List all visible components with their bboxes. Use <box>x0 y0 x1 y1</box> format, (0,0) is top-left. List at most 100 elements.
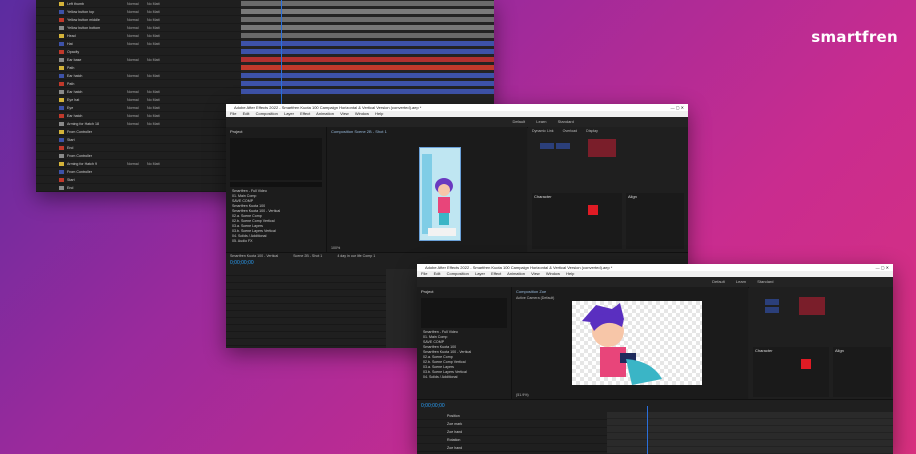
layer-name[interactable]: Yellow button top <box>67 10 127 14</box>
layer-mode[interactable]: Normal <box>127 106 147 110</box>
menu-effect[interactable]: Effect <box>300 111 310 116</box>
label-color-swatch[interactable] <box>59 185 64 190</box>
label-color-swatch[interactable] <box>59 57 64 62</box>
layer-name[interactable]: Ear hatch <box>67 114 127 118</box>
layer-name[interactable]: Ear hatch <box>67 90 127 94</box>
layer-row[interactable]: Path <box>36 80 241 88</box>
tab-project[interactable]: Project <box>417 287 511 296</box>
label-color-swatch[interactable] <box>59 17 64 22</box>
label-color-swatch[interactable] <box>59 25 64 30</box>
menu-composition[interactable]: Composition <box>447 271 469 276</box>
layer-parent[interactable]: No Matt <box>147 106 169 110</box>
layer-row[interactable]: Yellow button top Normal No Matt <box>36 8 241 16</box>
track-bar[interactable] <box>241 73 494 78</box>
layer-parent[interactable]: No Matt <box>147 74 169 78</box>
layer-row[interactable]: Head Normal No Matt <box>36 32 241 40</box>
menu-help[interactable]: Help <box>566 271 574 276</box>
layer-parent[interactable]: No Matt <box>147 2 169 6</box>
tab-project[interactable]: Project <box>226 127 326 136</box>
layer-mode[interactable]: Normal <box>127 34 147 38</box>
layer-parent[interactable]: No Matt <box>147 42 169 46</box>
track-bar[interactable] <box>241 17 494 22</box>
layer-name[interactable]: Hat <box>67 42 127 46</box>
playhead[interactable] <box>647 406 648 454</box>
label-color-swatch[interactable] <box>59 177 64 182</box>
menu-file[interactable]: File <box>230 111 236 116</box>
label-color-swatch[interactable] <box>59 73 64 78</box>
layer-parent[interactable]: No Matt <box>147 162 169 166</box>
label-color-swatch[interactable] <box>59 129 64 134</box>
layer-mode[interactable]: Normal <box>127 114 147 118</box>
color-swatch[interactable] <box>801 359 811 369</box>
layer-mode[interactable]: Normal <box>127 42 147 46</box>
layer-row[interactable]: End <box>36 144 241 152</box>
layer-mode[interactable]: Normal <box>127 162 147 166</box>
project-item[interactable]: 05. Audio FX <box>226 239 326 244</box>
layer-mode[interactable]: Normal <box>127 98 147 102</box>
layer-name[interactable]: Left thumb <box>67 2 127 6</box>
layer-row[interactable]: Zoe hand <box>417 428 607 436</box>
project-search[interactable] <box>230 182 322 187</box>
menu-effect[interactable]: Effect <box>491 271 501 276</box>
layer-mode[interactable]: Normal <box>127 90 147 94</box>
workspace-standard[interactable]: Standard <box>757 279 773 284</box>
project-item[interactable]: 04. Solids / Additional <box>417 375 511 380</box>
zoom-readout[interactable]: 100% <box>331 246 340 250</box>
menu-window[interactable]: Window <box>546 271 560 276</box>
layer-row[interactable]: Yellow button bottom Normal No Matt <box>36 24 241 32</box>
menu-layer[interactable]: Layer <box>284 111 294 116</box>
layer-row[interactable]: Eye hat Normal No Matt <box>36 96 241 104</box>
tab-overload[interactable]: Overload <box>563 129 578 133</box>
tab-timeline[interactable]: Scene 2B - Shot 1 <box>293 254 322 258</box>
label-color-swatch[interactable] <box>59 65 64 70</box>
layer-parent[interactable]: No Matt <box>147 18 169 22</box>
workspace-learn[interactable]: Learn <box>736 279 746 284</box>
layer-row[interactable]: Position <box>417 412 607 420</box>
window-controls[interactable]: — ▢ ✕ <box>876 264 889 271</box>
menu-edit[interactable]: Edit <box>434 271 441 276</box>
layer-row[interactable]: From Controller <box>36 152 241 160</box>
track-bar[interactable] <box>241 57 494 62</box>
track-bar[interactable] <box>241 49 494 54</box>
workspace-learn[interactable]: Learn <box>536 119 546 124</box>
tab-composition[interactable]: Composition Scene 2B - Shot 1 <box>327 127 527 136</box>
label-color-swatch[interactable] <box>59 89 64 94</box>
layer-name[interactable]: Start <box>67 178 127 182</box>
layer-name[interactable]: From Controller <box>67 130 127 134</box>
track-bar[interactable] <box>241 25 494 30</box>
comp-canvas[interactable] <box>419 147 461 241</box>
layer-row[interactable]: Ear base Normal No Matt <box>36 56 241 64</box>
label-color-swatch[interactable] <box>59 1 64 6</box>
tab-timeline[interactable]: Smartfren Kuota 100 - Vertical <box>230 254 278 258</box>
label-color-swatch[interactable] <box>59 153 64 158</box>
track-bar[interactable] <box>241 41 494 46</box>
tab-composition[interactable]: Composition Zoe <box>512 287 748 296</box>
layer-row[interactable]: From Controller <box>36 128 241 136</box>
layer-name[interactable]: Yellow button middle <box>67 18 127 22</box>
menu-edit[interactable]: Edit <box>243 111 250 116</box>
layer-name[interactable]: Path <box>67 66 127 70</box>
menu-window[interactable]: Window <box>355 111 369 116</box>
label-color-swatch[interactable] <box>59 81 64 86</box>
layer-mode[interactable]: Normal <box>127 74 147 78</box>
layer-name[interactable]: Start <box>67 138 127 142</box>
layer-row[interactable]: Path <box>36 64 241 72</box>
track-bar[interactable] <box>241 65 494 70</box>
layer-parent[interactable]: No Matt <box>147 114 169 118</box>
label-color-swatch[interactable] <box>59 105 64 110</box>
panel-button[interactable] <box>556 143 570 149</box>
layer-parent[interactable]: No Matt <box>147 10 169 14</box>
label-color-swatch[interactable] <box>59 9 64 14</box>
label-color-swatch[interactable] <box>59 121 64 126</box>
layer-row[interactable]: Left thumb Normal No Matt <box>36 0 241 8</box>
layer-row[interactable]: Opacity <box>36 48 241 56</box>
layer-row[interactable]: From Controller <box>36 168 241 176</box>
layer-row[interactable]: Ear hatch Normal No Matt <box>36 112 241 120</box>
label-color-swatch[interactable] <box>59 33 64 38</box>
workspace-default[interactable]: Default <box>512 119 525 124</box>
panel-button[interactable] <box>799 297 825 315</box>
track-bar[interactable] <box>241 1 494 6</box>
layer-name[interactable]: Opacity <box>67 50 127 54</box>
panel-button[interactable] <box>765 299 779 305</box>
label-color-swatch[interactable] <box>59 113 64 118</box>
